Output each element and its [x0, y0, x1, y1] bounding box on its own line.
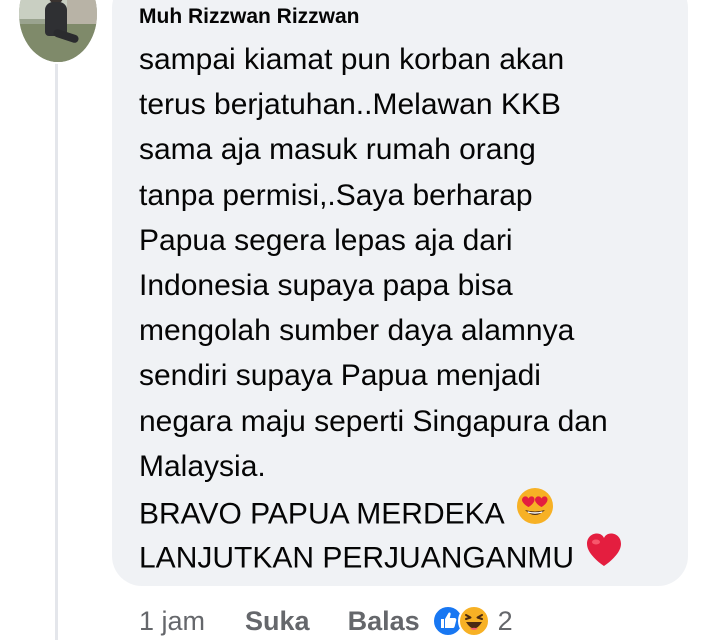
comment-line: terus berjatuhan..Melawan KKB	[139, 88, 561, 122]
comment-line-text: LANJUTKAN PERJUANGANMU	[139, 541, 575, 575]
reply-button[interactable]: Balas	[348, 606, 420, 637]
comment-text: sampai kiamat pun korban akan terus berj…	[139, 37, 684, 579]
comment-thread-line	[55, 62, 58, 640]
reaction-count: 2	[497, 605, 513, 636]
red-heart-emoji-icon	[584, 531, 624, 582]
comment-line: Papua segera lepas aja dari	[139, 223, 513, 257]
comment-line: negara maju seperti Singapura dan	[139, 404, 608, 438]
like-button[interactable]: Suka	[245, 606, 310, 637]
avatar[interactable]	[17, 0, 99, 64]
haha-icon	[457, 605, 490, 637]
heart-eyes-emoji-icon	[515, 486, 555, 539]
comment-line: sendiri supaya Papua menjadi	[139, 359, 541, 393]
comment-timestamp[interactable]: 1 jam	[139, 606, 205, 637]
comment-line: Malaysia.	[139, 449, 266, 483]
comment-line-with-emoji: BRAVO PAPUA MERDEKA	[139, 487, 684, 534]
reactions-summary[interactable]: 2	[431, 605, 513, 637]
comment-line-with-emoji: LANJUTKAN PERJUANGANMU	[139, 531, 684, 582]
comment-line: mengolah sumber daya alamnya	[139, 314, 575, 348]
comment-line-text: BRAVO PAPUA MERDEKA	[139, 497, 505, 531]
comment-author-name[interactable]: Muh Rizzwan Rizzwan	[139, 5, 360, 29]
comment-line: sampai kiamat pun korban akan	[139, 43, 565, 76]
comment-line: sama aja masuk rumah orang	[139, 133, 536, 167]
comment-line: tanpa permisi,.Saya berharap	[139, 178, 533, 212]
comment-line: Indonesia supaya papa bisa	[139, 268, 513, 302]
comment-actions-bar: 1 jam Suka Balas 2	[139, 601, 513, 641]
